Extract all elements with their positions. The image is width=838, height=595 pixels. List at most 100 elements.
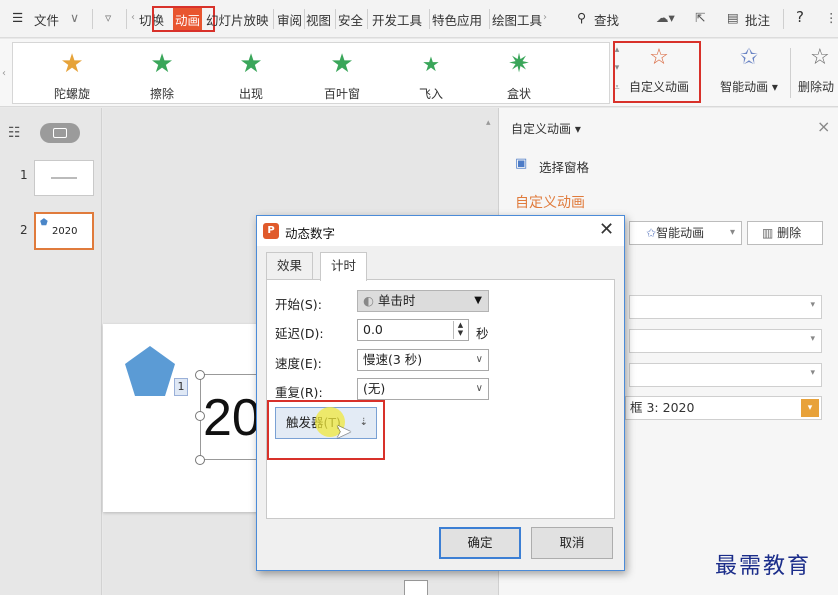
speed-label: 速度(E): bbox=[275, 356, 322, 371]
menu-security[interactable]: 安全 bbox=[338, 10, 363, 29]
watermark: 最需教育 bbox=[715, 554, 812, 579]
smart-animation-label: 智能动画 ▾ bbox=[720, 80, 778, 94]
delete-animation-label: 删除动 bbox=[798, 80, 835, 94]
animation-list-item[interactable]: 框 3: 2020 ▾ bbox=[625, 396, 822, 420]
effect-appear[interactable]: ★ 出现 bbox=[216, 47, 286, 102]
resize-handle[interactable] bbox=[195, 370, 205, 380]
chevron-down-icon: ▾ bbox=[810, 368, 815, 378]
scroll-up-icon[interactable]: ▴ bbox=[486, 118, 491, 128]
effect-label: 出现 bbox=[238, 87, 263, 101]
menu-drawing-tools[interactable]: 绘图工具 bbox=[492, 10, 542, 29]
pentagon-icon: ⬟ bbox=[40, 218, 48, 228]
delay-input[interactable]: 0.0 ▲ ▼ bbox=[357, 319, 469, 341]
highlight-box bbox=[267, 400, 385, 460]
slide-view-toggle[interactable] bbox=[40, 123, 80, 143]
highlight-box bbox=[613, 41, 701, 103]
selection-pane-button[interactable]: 选择窗格 bbox=[539, 157, 589, 176]
menu-review[interactable]: 审阅 bbox=[277, 10, 302, 29]
selection-pane-icon: ▣ bbox=[515, 156, 528, 171]
separator bbox=[429, 9, 430, 29]
dialog-titlebar[interactable]: P 动态数字 ✕ bbox=[257, 216, 624, 246]
repeat-label: 重复(R): bbox=[275, 385, 323, 400]
start-label: 开始(S): bbox=[275, 297, 322, 312]
share-icon[interactable]: ⇱ bbox=[695, 10, 705, 25]
search-icon[interactable]: ⚲ bbox=[577, 10, 586, 25]
effect-wipe[interactable]: ★ 擦除 bbox=[127, 47, 197, 102]
separator bbox=[126, 9, 127, 29]
delete-animation-button[interactable]: ☆ 删除动 bbox=[798, 42, 838, 95]
slide-thumbnail[interactable] bbox=[34, 160, 94, 196]
tab-timing[interactable]: 计时 bbox=[320, 252, 368, 281]
start-select[interactable]: ◐ 单击时 ▼ bbox=[357, 290, 489, 312]
comment-button[interactable]: 批注 bbox=[745, 10, 770, 29]
wipe-star-icon: ★ bbox=[150, 49, 174, 79]
separator bbox=[783, 9, 784, 29]
separator bbox=[367, 9, 368, 29]
chevron-down-icon: ▾ bbox=[810, 334, 815, 344]
effect-box[interactable]: ✷ 盒状 bbox=[484, 47, 554, 102]
menu-slideshow[interactable]: 幻灯片放映 bbox=[206, 10, 269, 29]
close-icon[interactable]: × bbox=[817, 117, 830, 136]
notes-toggle-icon[interactable] bbox=[404, 580, 428, 595]
slide-number-text: 20 bbox=[203, 389, 261, 447]
effect-label: 陀螺旋 bbox=[53, 87, 90, 101]
dynamic-number-dialog: P 动态数字 ✕ 效果 计时 开始(S): ◐ 单击时 ▼ 延迟(D): 0.0… bbox=[256, 215, 625, 571]
ribbon-scroll-left-icon[interactable]: ‹ bbox=[2, 68, 6, 79]
thumbnail-pane: ☷ 1 2 ⬟ 2020 bbox=[0, 108, 102, 595]
comment-icon[interactable]: ▤ bbox=[727, 10, 739, 25]
appear-star-icon: ★ bbox=[239, 49, 263, 79]
scroll-right-icon[interactable]: › bbox=[543, 12, 547, 23]
smart-animation-dropdown[interactable]: ✩智能动画 ▾ bbox=[629, 221, 742, 245]
item-menu-icon[interactable]: ▾ bbox=[801, 399, 819, 417]
delete-button[interactable]: ▥ 删除 bbox=[747, 221, 823, 245]
effect-spin[interactable]: ★ 陀螺旋 bbox=[37, 47, 107, 102]
effect-label: 飞入 bbox=[418, 87, 443, 101]
effect-blinds[interactable]: ★ 百叶窗 bbox=[307, 47, 377, 102]
chevron-down-icon[interactable]: ∨ bbox=[70, 10, 79, 25]
chevron-down-icon: ▼ bbox=[474, 295, 482, 306]
smart-star-icon: ✩ bbox=[646, 226, 657, 240]
hamburger-icon[interactable]: ☰ bbox=[12, 10, 23, 25]
speed-select[interactable]: 慢速(3 秒) ∨ bbox=[357, 349, 489, 371]
smart-animation-button[interactable]: ✩ 智能动画 ▾ bbox=[712, 42, 786, 95]
outline-view-icon[interactable]: ☷ bbox=[8, 125, 21, 141]
quick-access-icon[interactable]: ▿ bbox=[105, 10, 111, 25]
section-title: 自定义动画 bbox=[515, 195, 585, 211]
close-icon[interactable]: ✕ bbox=[599, 219, 614, 240]
menu-file[interactable]: 文件 bbox=[34, 10, 59, 29]
tab-effect[interactable]: 效果 bbox=[266, 252, 314, 280]
mouse-icon: ◐ bbox=[363, 293, 374, 308]
pentagon-shape[interactable] bbox=[123, 344, 177, 400]
chevron-down-icon: ▾ bbox=[729, 227, 735, 238]
scroll-left-icon[interactable]: ‹ bbox=[131, 12, 135, 23]
menu-view[interactable]: 视图 bbox=[306, 10, 331, 29]
repeat-select[interactable]: (无) ∨ bbox=[357, 378, 489, 400]
separator bbox=[92, 9, 93, 29]
help-icon[interactable]: ? bbox=[796, 8, 804, 26]
animation-gallery: ★ 陀螺旋 ★ 擦除 ★ 出现 ★ 百叶窗 ★ 飞入 ✷ 盒状 ▴ ▾ ⩡ bbox=[12, 42, 620, 104]
delay-spinner[interactable]: ▲ ▼ bbox=[453, 321, 467, 339]
resize-handle[interactable] bbox=[195, 455, 205, 465]
chevron-down-icon: ▾ bbox=[810, 300, 815, 310]
more-icon[interactable]: ⋮ bbox=[825, 10, 838, 25]
menu-features[interactable]: 特色应用 bbox=[432, 10, 482, 29]
cancel-button[interactable]: 取消 bbox=[531, 527, 613, 559]
chevron-down-icon: ∨ bbox=[475, 383, 483, 394]
speed-dropdown[interactable]: ▾ bbox=[629, 363, 822, 387]
dialog-title: 动态数字 bbox=[285, 226, 336, 241]
slide-view-icon bbox=[53, 128, 67, 138]
app-icon: P bbox=[263, 223, 279, 239]
timing-panel: 开始(S): ◐ 单击时 ▼ 延迟(D): 0.0 ▲ ▼ 秒 速度(E): 慢速… bbox=[266, 279, 615, 519]
effect-fly-in[interactable]: ★ 飞入 bbox=[396, 47, 466, 102]
search-button[interactable]: 查找 bbox=[594, 10, 619, 29]
start-dropdown[interactable]: ▾ bbox=[629, 295, 822, 319]
animation-order-tag: 1 bbox=[174, 378, 188, 396]
cloud-icon[interactable]: ☁▾ bbox=[656, 10, 675, 25]
menu-developer[interactable]: 开发工具 bbox=[372, 10, 422, 29]
delete-star-icon: ☆ bbox=[810, 45, 830, 70]
slide-thumbnail-selected[interactable]: ⬟ 2020 bbox=[34, 212, 94, 250]
taskpane-header[interactable]: 自定义动画 ▾ bbox=[511, 120, 581, 137]
property-dropdown[interactable]: ▾ bbox=[629, 329, 822, 353]
ok-button[interactable]: 确定 bbox=[439, 527, 521, 559]
spin-star-icon: ★ bbox=[60, 49, 84, 79]
